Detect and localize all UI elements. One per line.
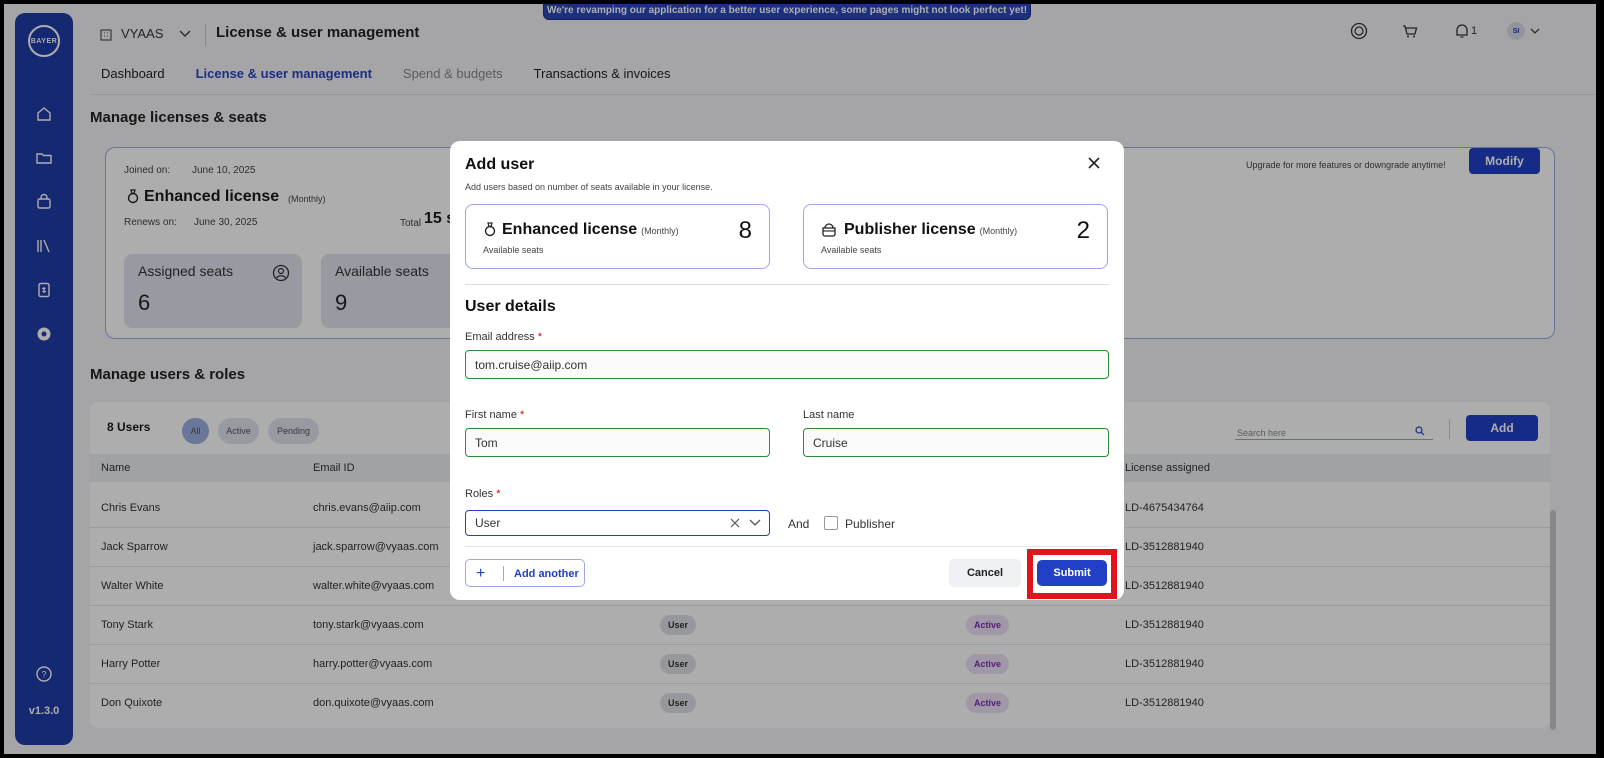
and-label: And [788,517,810,531]
modal-title: Add user [465,156,535,173]
close-icon[interactable] [1086,155,1102,171]
clear-icon[interactable] [729,517,741,529]
publisher-checkbox-label[interactable]: Publisher [845,517,895,531]
publisher-checkbox[interactable] [824,516,838,530]
publisher-badge-icon [822,223,836,237]
last-name-label: Last name [803,409,855,421]
modal-divider [465,284,1109,285]
email-label: Email address * [465,331,543,343]
button-divider [503,566,504,581]
app-window: BAYER ? v1.3.0 We're revamping our appli… [4,4,1596,754]
license-option-name: Enhanced license (Monthly) [502,221,679,238]
license-option-period: (Monthly) [641,226,679,236]
license-badge-icon [484,222,496,237]
modal-footer-divider [465,546,1109,547]
publisher-license-option[interactable]: Publisher license (Monthly) 2 Available s… [803,204,1108,269]
add-user-modal: Add user Add users based on number of se… [450,141,1124,600]
add-another-label: Add another [514,568,579,580]
first-name-label: First name * [465,409,525,421]
roles-select-value: User [475,516,501,530]
add-another-button[interactable]: + Add another [465,559,585,587]
submit-button[interactable]: Submit [1037,560,1107,586]
roles-label: Roles * [465,488,501,500]
user-details-title: User details [465,298,556,315]
chevron-down-icon[interactable] [749,518,761,528]
license-option-name: Publisher license (Monthly) [844,221,1018,238]
modal-subtitle: Add users based on number of seats avail… [465,182,713,192]
cancel-button[interactable]: Cancel [949,559,1021,587]
first-name-field[interactable]: Tom [465,428,770,457]
email-field[interactable]: tom.cruise@aiip.com [465,350,1109,379]
license-option-sub: Available seats [821,245,882,255]
plus-icon: + [476,565,486,582]
license-option-period: (Monthly) [979,226,1018,236]
license-option-count: 8 [738,217,752,244]
roles-select[interactable]: User [465,510,770,536]
last-name-field[interactable]: Cruise [803,428,1109,457]
license-option-sub: Available seats [483,245,544,255]
enhanced-license-option[interactable]: Enhanced license (Monthly) 8 Available se… [465,204,770,269]
license-option-count: 2 [1076,217,1090,244]
